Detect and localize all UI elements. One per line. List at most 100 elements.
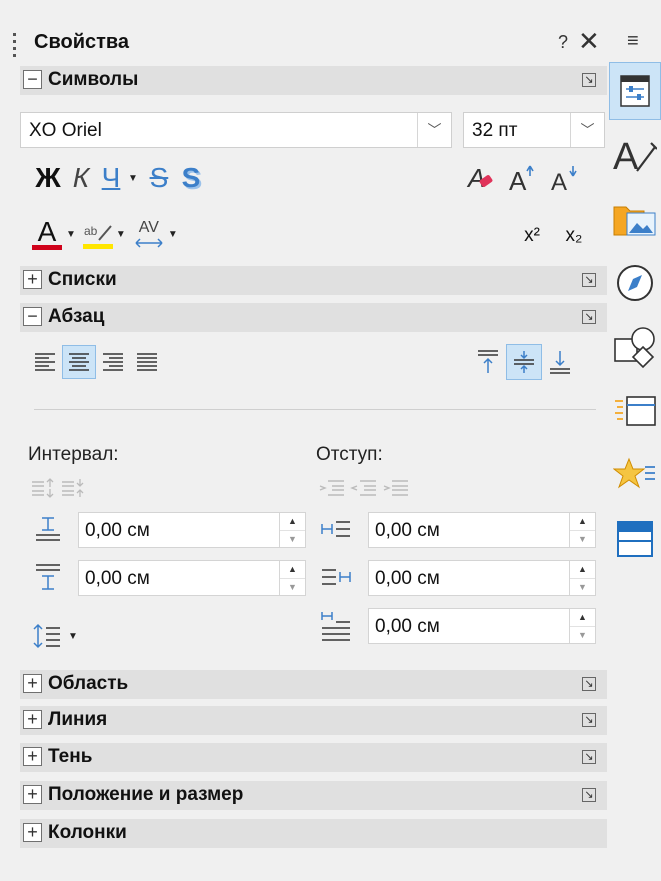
gallery-icon	[613, 206, 656, 236]
more-options-icon[interactable]: ↘	[582, 310, 596, 324]
deck-gallery-button[interactable]	[609, 190, 661, 248]
collapse-icon[interactable]: −	[23, 307, 42, 326]
more-options-icon[interactable]: ↘	[582, 677, 596, 691]
format-toolbar-2-right: x² x₂	[510, 218, 594, 254]
decrement-icon[interactable]: ▼	[570, 626, 595, 644]
more-options-icon[interactable]: ↘	[582, 73, 596, 87]
more-options-icon[interactable]: ↘	[582, 788, 596, 802]
section-lists-header[interactable]: + Списки ↘	[20, 266, 607, 295]
chevron-down-icon[interactable]: ﹀	[570, 113, 604, 147]
spacing-dropdown-icon[interactable]: ▼	[168, 229, 178, 240]
superscript-button[interactable]: x²	[510, 225, 554, 247]
font-color-dropdown-icon[interactable]: ▼	[66, 229, 76, 240]
font-name-combo[interactable]: XO Oriel ﹀	[20, 112, 452, 148]
section-label: Колонки	[48, 822, 127, 843]
expand-icon[interactable]: +	[23, 823, 42, 842]
align-middle-button[interactable]	[506, 344, 542, 380]
line-spacing-button[interactable]: ▼	[32, 620, 84, 652]
help-button[interactable]: ?	[558, 32, 568, 53]
svg-text:ab: ab	[84, 224, 98, 238]
decrement-icon[interactable]: ▼	[570, 530, 595, 548]
close-button[interactable]: ✕	[578, 26, 600, 57]
deck-animation-button[interactable]	[609, 446, 661, 504]
increment-icon[interactable]: ▲	[570, 513, 595, 530]
expand-icon[interactable]: +	[23, 270, 42, 289]
section-shadow-header[interactable]: + Тень ↘	[20, 743, 607, 772]
increment-icon[interactable]: ▲	[280, 561, 305, 578]
drag-grip-icon[interactable]	[12, 30, 18, 58]
deck-properties-button[interactable]	[609, 62, 661, 120]
deck-shapes-button[interactable]	[609, 318, 661, 376]
section-area-header[interactable]: + Область ↘	[20, 670, 607, 699]
format-toolbar-1: Ж К Ч ▼ S S	[30, 160, 208, 196]
underline-button[interactable]: Ч	[96, 162, 126, 194]
deck-navigator-button[interactable]	[609, 254, 661, 312]
underline-dropdown-icon[interactable]: ▼	[128, 173, 138, 184]
font-size-combo[interactable]: 32 пт ﹀	[463, 112, 605, 148]
more-options-icon[interactable]: ↘	[582, 273, 596, 287]
indent-after-value: 0,00 см	[375, 568, 440, 589]
decrement-icon[interactable]: ▼	[280, 530, 305, 548]
decrement-icon[interactable]: ▼	[570, 578, 595, 596]
increase-spacing-icon[interactable]	[30, 477, 56, 499]
decrease-spacing-icon[interactable]	[60, 477, 86, 499]
highlight-dropdown-icon[interactable]: ▼	[116, 229, 126, 240]
section-line-header[interactable]: + Линия ↘	[20, 706, 607, 735]
italic-button[interactable]: К	[66, 162, 96, 194]
interval-label: Интервал:	[28, 444, 119, 465]
section-label: Списки	[48, 269, 117, 290]
deck-master-slides-button[interactable]	[609, 510, 661, 568]
line-spacing-dropdown-icon[interactable]: ▼	[68, 631, 78, 642]
expand-icon[interactable]: +	[23, 710, 42, 729]
collapse-icon[interactable]: −	[23, 70, 42, 89]
section-columns-header[interactable]: + Колонки	[20, 819, 607, 848]
navigator-icon	[617, 265, 653, 301]
expand-icon[interactable]: +	[23, 747, 42, 766]
divider	[34, 409, 596, 410]
strikethrough-button[interactable]: S	[144, 162, 174, 194]
subscript-button[interactable]: x₂	[554, 225, 594, 247]
increment-icon[interactable]: ▲	[570, 609, 595, 626]
sidebar-menu-button[interactable]: ≡	[627, 30, 639, 53]
superscript-icon: x²	[524, 225, 540, 246]
hanging-indent-icon[interactable]	[382, 477, 410, 499]
increment-icon[interactable]: ▲	[570, 561, 595, 578]
character-spacing-button[interactable]: AV	[132, 219, 166, 249]
indent-after-spinner[interactable]: 0,00 см ▲ ▼	[368, 560, 596, 596]
clear-formatting-button[interactable]: A	[462, 163, 500, 193]
section-paragraph-header[interactable]: − Абзац ↘	[20, 303, 607, 332]
properties-panel: Свойства ? ✕ − Символы ↘ XO Oriel ﹀ 32 п…	[0, 0, 609, 881]
align-center-button[interactable]	[62, 345, 96, 379]
increment-icon[interactable]: ▲	[280, 513, 305, 530]
decrement-icon[interactable]: ▼	[280, 578, 305, 596]
expand-icon[interactable]: +	[23, 674, 42, 693]
deck-slide-transition-button[interactable]	[609, 382, 661, 440]
align-bottom-button[interactable]	[542, 344, 578, 380]
spacing-above-spinner[interactable]: 0,00 см ▲ ▼	[78, 512, 306, 548]
align-left-button[interactable]	[28, 345, 62, 379]
decrease-indent-icon[interactable]	[350, 477, 378, 499]
section-position-header[interactable]: + Положение и размер ↘	[20, 781, 607, 810]
align-justify-button[interactable]	[130, 345, 164, 379]
expand-icon[interactable]: +	[23, 785, 42, 804]
bold-button[interactable]: Ж	[30, 162, 66, 194]
align-top-icon	[478, 350, 498, 373]
shadow-button[interactable]: S	[174, 162, 208, 194]
spacing-below-spinner[interactable]: 0,00 см ▲ ▼	[78, 560, 306, 596]
indent-before-spinner[interactable]: 0,00 см ▲ ▼	[368, 512, 596, 548]
align-right-button[interactable]	[96, 345, 130, 379]
align-top-button[interactable]	[470, 344, 506, 380]
deck-styles-button[interactable]: A	[609, 126, 661, 184]
line-spacing-icon	[33, 623, 60, 649]
section-symbols-header[interactable]: − Символы ↘	[20, 66, 607, 95]
more-options-icon[interactable]: ↘	[582, 750, 596, 764]
subscript-icon: x₂	[565, 225, 583, 246]
increase-indent-icon[interactable]	[318, 477, 346, 499]
highlight-button[interactable]: ab	[82, 220, 114, 249]
chevron-down-icon[interactable]: ﹀	[417, 113, 451, 147]
font-color-button[interactable]: A	[30, 217, 64, 250]
grow-font-button[interactable]: A	[500, 162, 544, 194]
first-line-indent-spinner[interactable]: 0,00 см ▲ ▼	[368, 608, 596, 644]
shrink-font-button[interactable]: A	[544, 162, 584, 194]
more-options-icon[interactable]: ↘	[582, 713, 596, 727]
